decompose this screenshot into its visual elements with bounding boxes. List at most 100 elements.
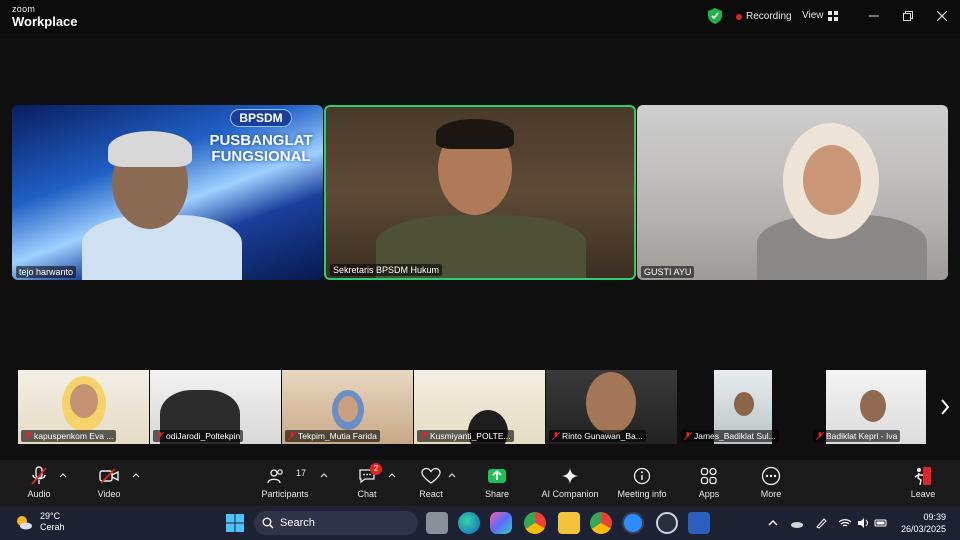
participant-strip: kapuspenkom Eva ... odiJarodi_Poltekpin … xyxy=(18,370,942,444)
participants-button[interactable]: 17 Participants xyxy=(258,466,312,499)
minimize-button[interactable] xyxy=(866,8,882,24)
logo-line1: zoom xyxy=(12,4,36,14)
participant-name: Sekretaris BPSDM Hukum xyxy=(330,264,443,276)
next-page-arrow-icon[interactable] xyxy=(938,396,952,418)
taskbar-search-box[interactable]: Search xyxy=(254,511,418,535)
participant-face xyxy=(803,145,861,215)
zoom-app-icon[interactable] xyxy=(622,512,644,534)
pen-icon[interactable] xyxy=(814,516,828,530)
word-app-icon[interactable] xyxy=(688,512,710,534)
recording-label: Recording xyxy=(746,11,792,22)
more-label: More xyxy=(760,489,782,499)
video-tile-speaker-1[interactable]: BPSDM PUSBANGLAT FUNGSIONAL tejo harwant… xyxy=(12,105,323,280)
partly-sunny-icon xyxy=(17,516,32,530)
video-tile-speaker-3[interactable]: GUSTI AYU xyxy=(637,105,948,280)
weather-condition: Cerah xyxy=(40,522,65,532)
chrome-profile-icon[interactable] xyxy=(590,512,612,534)
strip-tile[interactable]: Tekpim_Mutia Farida xyxy=(282,370,413,444)
participant-face xyxy=(860,390,886,422)
onedrive-cloud-icon[interactable] xyxy=(790,516,804,530)
encryption-shield-icon[interactable] xyxy=(708,8,722,24)
strip-name-label: Kusmiyanti_POLTE... xyxy=(417,430,514,442)
participant-face xyxy=(734,392,754,416)
ai-companion-label: AI Companion xyxy=(541,489,599,499)
strip-name: odiJarodi_Poltekpin xyxy=(166,431,241,441)
strip-name: Tekpim_Mutia Farida xyxy=(298,431,377,441)
share-label: Share xyxy=(484,489,510,499)
video-tile-speaker-2[interactable]: Sekretaris BPSDM Hukum xyxy=(324,105,636,280)
apps-button[interactable]: Apps xyxy=(694,466,724,499)
muted-mic-icon xyxy=(24,431,32,440)
virtual-background-banner: BPSDM PUSBANGLAT FUNGSIONAL xyxy=(204,109,318,165)
windows-taskbar: 29°C Cerah Search 09:39 26/03/2025 xyxy=(0,506,960,540)
ai-companion-button[interactable]: AI Companion xyxy=(538,466,602,499)
strip-tile[interactable]: odiJarodi_Poltekpin xyxy=(150,370,281,444)
chat-options-chevron-icon[interactable] xyxy=(388,472,396,478)
strip-tile[interactable]: Rinto Gunawan_Ba... xyxy=(546,370,677,444)
weather-widget[interactable]: 29°C Cerah xyxy=(14,511,65,533)
apps-icon xyxy=(700,467,717,485)
view-button[interactable]: View xyxy=(802,10,838,21)
muted-mic-icon xyxy=(552,431,560,440)
participant-face xyxy=(586,372,636,434)
edge-browser-icon[interactable] xyxy=(458,512,480,534)
chat-label: Chat xyxy=(357,489,377,499)
more-button[interactable]: More xyxy=(756,466,786,499)
chat-button[interactable]: 2 Chat xyxy=(352,463,382,499)
video-button[interactable]: Video xyxy=(92,466,126,499)
strip-name-label: James_Badiklat Sul... xyxy=(681,430,779,442)
chrome-browser-icon[interactable] xyxy=(524,512,546,534)
volume-icon[interactable] xyxy=(856,516,870,530)
tray-overflow-chevron-icon[interactable] xyxy=(766,516,780,530)
wifi-icon[interactable] xyxy=(838,516,852,530)
strip-tile[interactable]: Kusmiyanti_POLTE... xyxy=(414,370,545,444)
react-label: React xyxy=(419,489,443,499)
start-button[interactable] xyxy=(224,512,246,534)
meeting-info-button[interactable]: Meeting info xyxy=(612,466,672,499)
participants-options-chevron-icon[interactable] xyxy=(320,472,328,478)
strip-tile[interactable]: Badiklat Kepri - Iva xyxy=(810,370,941,444)
participants-icon xyxy=(267,469,283,484)
strip-tile[interactable]: James_Badiklat Sul... xyxy=(678,370,809,444)
react-button[interactable]: React xyxy=(416,466,446,499)
participants-label: Participants xyxy=(261,489,309,499)
copilot-icon[interactable] xyxy=(490,512,512,534)
system-clock[interactable]: 09:39 26/03/2025 xyxy=(896,511,946,535)
strip-name-label: odiJarodi_Poltekpin xyxy=(153,430,244,442)
meeting-toolbar: Audio Video 17 Participants 2 Chat React… xyxy=(0,460,960,506)
file-explorer-icon[interactable] xyxy=(558,512,580,534)
close-button[interactable] xyxy=(934,8,950,24)
close-icon xyxy=(937,11,947,21)
share-button[interactable]: Share xyxy=(482,466,512,499)
info-icon xyxy=(633,467,651,485)
video-options-chevron-icon[interactable] xyxy=(132,472,140,478)
view-label: View xyxy=(802,10,824,21)
restore-button[interactable] xyxy=(900,8,916,24)
clock-time: 09:39 xyxy=(923,512,946,522)
meeting-info-label: Meeting info xyxy=(617,489,667,499)
mic-muted-icon xyxy=(31,466,47,485)
participants-count: 17 xyxy=(296,468,307,478)
recording-indicator[interactable]: Recording xyxy=(736,11,792,22)
strip-tile[interactable]: kapuspenkom Eva ... xyxy=(18,370,149,444)
search-icon xyxy=(262,517,274,529)
clock-date: 26/03/2025 xyxy=(900,524,946,534)
strip-name-label: Badiklat Kepri - Iva xyxy=(813,430,901,442)
snipping-tool-icon[interactable] xyxy=(656,512,678,534)
muted-mic-icon xyxy=(816,431,824,440)
audio-button[interactable]: Audio xyxy=(22,466,56,499)
grid-icon xyxy=(827,10,838,21)
strip-name-label: kapuspenkom Eva ... xyxy=(21,430,117,442)
muted-mic-icon xyxy=(684,431,692,440)
muted-mic-icon xyxy=(156,431,164,440)
battery-icon[interactable] xyxy=(874,516,888,530)
search-placeholder: Search xyxy=(280,517,315,529)
react-options-chevron-icon[interactable] xyxy=(448,472,456,478)
task-view-app-icon[interactable] xyxy=(426,512,448,534)
muted-mic-icon xyxy=(288,431,296,440)
strip-name: Kusmiyanti_POLTE... xyxy=(430,431,511,441)
audio-options-chevron-icon[interactable] xyxy=(59,472,67,478)
participant-hair xyxy=(108,131,192,167)
strip-name: James_Badiklat Sul... xyxy=(694,431,776,441)
leave-button[interactable]: Leave xyxy=(908,466,938,499)
